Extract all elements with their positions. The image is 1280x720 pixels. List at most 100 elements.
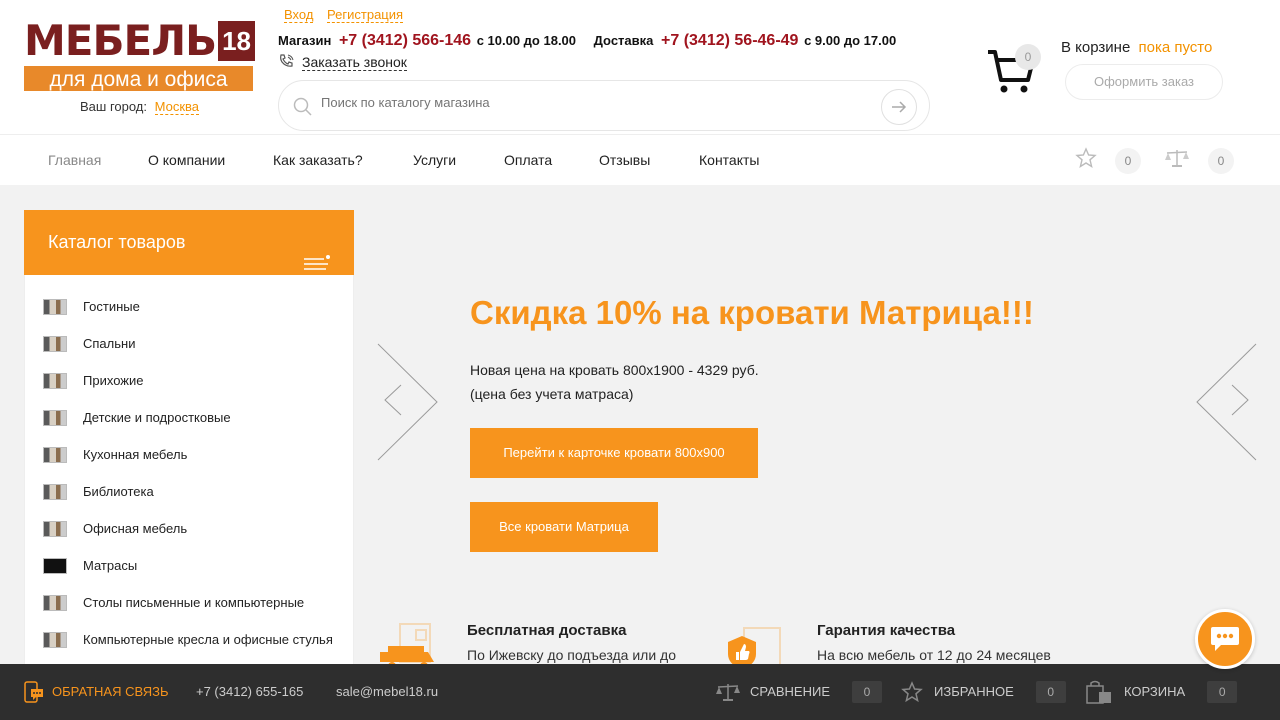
auth-links: Вход Регистрация xyxy=(284,7,413,23)
slide-line-1: Новая цена на кровать 800х1900 - 4329 ру… xyxy=(470,362,759,378)
catalog-item-label: Офисная мебель xyxy=(83,521,188,536)
catalog-item[interactable]: Матрасы xyxy=(43,547,137,584)
star-icon xyxy=(1075,147,1097,174)
catalog-item-label: Гостиные xyxy=(83,299,140,314)
catalog-item-label: Библиотека xyxy=(83,484,154,499)
site-logo[interactable]: МЕБЕЛЬ 18 для дома и офиса xyxy=(24,16,256,95)
chat-bubble-icon xyxy=(1211,627,1239,651)
slide-text: Новая цена на кровать 800х1900 - 4329 ру… xyxy=(470,358,759,406)
catalog-item-label: Спальни xyxy=(83,336,136,351)
catalog-item[interactable]: Спальни xyxy=(43,325,135,362)
slide-line-2: (цена без учета матраса) xyxy=(470,386,634,402)
catalog-item-label: Кухонная мебель xyxy=(83,447,188,462)
nav-how-to-order[interactable]: Как заказать? xyxy=(273,135,363,186)
bottom-favorites[interactable]: ИЗБРАННОЕ 0 xyxy=(900,664,1066,720)
category-thumbnail xyxy=(43,446,67,463)
search-submit-button[interactable] xyxy=(881,89,917,125)
slider-next-arrow[interactable] xyxy=(1196,342,1258,467)
catalog-item-label: Матрасы xyxy=(83,558,138,573)
catalog-item[interactable]: Библиотека xyxy=(43,473,154,510)
bottom-cart[interactable]: КОРЗИНА 0 xyxy=(1086,664,1238,720)
callback-link[interactable]: Заказать звонок xyxy=(278,53,407,72)
register-link[interactable]: Регистрация xyxy=(327,7,404,23)
feature-text: На всю мебель от 12 до 24 месяцев xyxy=(817,647,1051,663)
compare-count: 0 xyxy=(852,681,882,703)
checkout-button[interactable]: Оформить заказ xyxy=(1065,64,1223,100)
category-thumbnail xyxy=(43,372,67,389)
favorites-label: ИЗБРАННОЕ xyxy=(934,684,1014,699)
bed-card-button[interactable]: Перейти к карточке кровати 800х900 xyxy=(470,428,758,478)
search-bar xyxy=(278,80,930,131)
catalog-header[interactable]: Каталог товаров xyxy=(24,210,354,275)
scales-icon xyxy=(1164,147,1190,174)
catalog-item[interactable]: Столы письменные и компьютерные xyxy=(43,584,304,621)
all-beds-button[interactable]: Все кровати Матрица xyxy=(470,502,658,552)
chevron-left-icon xyxy=(377,343,438,461)
nav-contacts[interactable]: Контакты xyxy=(699,135,759,186)
shopping-bag-icon xyxy=(1086,680,1112,704)
feedback-label: ОБРАТНАЯ СВЯЗЬ xyxy=(52,684,169,699)
logo-word: МЕБЕЛЬ xyxy=(24,16,217,65)
favorites-count: 0 xyxy=(1115,147,1141,174)
catalog-item[interactable]: Компьютерные кресла и офисные стулья xyxy=(43,621,333,658)
category-thumbnail xyxy=(43,335,67,352)
delivery-phone[interactable]: +7 (3412) 56-46-49 xyxy=(661,32,798,49)
catalog-item-label: Столы письменные и компьютерные xyxy=(83,595,305,610)
bottom-bar: ОБРАТНАЯ СВЯЗЬ +7 (3412) 655-165 sale@me… xyxy=(0,664,1280,720)
search-input[interactable] xyxy=(321,95,861,110)
nav-compare[interactable]: 0 xyxy=(1164,147,1234,174)
chevron-right-icon xyxy=(1196,343,1257,461)
cart-label: В корзине xyxy=(1061,39,1131,56)
cart-label: КОРЗИНА xyxy=(1124,684,1186,699)
main-nav: Главная О компании Как заказать? Услуги … xyxy=(0,134,1280,185)
logo-number: 18 xyxy=(218,21,256,61)
cart-status: В корзине пока пусто xyxy=(1061,39,1212,56)
catalog-item-label: Детские и подростковые xyxy=(83,410,231,425)
logo-top: МЕБЕЛЬ 18 xyxy=(24,16,256,65)
arrow-right-icon xyxy=(892,101,907,113)
bottom-phone[interactable]: +7 (3412) 655-165 xyxy=(196,664,303,720)
slider-prev-arrow[interactable] xyxy=(377,342,439,467)
callback-label: Заказать звонок xyxy=(302,54,407,71)
bottom-email[interactable]: sale@mebel18.ru xyxy=(336,664,438,720)
feature-delivery: Бесплатная доставка По Ижевску до подъез… xyxy=(467,622,676,663)
phone-icon xyxy=(278,53,296,72)
catalog-item-label: Прихожие xyxy=(83,373,144,388)
compare-count: 0 xyxy=(1208,147,1234,174)
category-thumbnail xyxy=(43,483,67,500)
city-link[interactable]: Москва xyxy=(154,99,200,115)
shop-label: Магазин xyxy=(278,33,332,48)
category-thumbnail xyxy=(43,594,67,611)
city-selector: Ваш город: Москва xyxy=(80,99,200,115)
catalog-item[interactable]: Детские и подростковые xyxy=(43,399,231,436)
login-link[interactable]: Вход xyxy=(284,7,314,23)
site-header: МЕБЕЛЬ 18 для дома и офиса Ваш город: Мо… xyxy=(0,0,1280,134)
bottom-compare[interactable]: СРАВНЕНИЕ 0 xyxy=(716,664,882,720)
feature-title: Бесплатная доставка xyxy=(467,622,627,639)
chat-widget-button[interactable] xyxy=(1195,609,1255,669)
star-icon xyxy=(900,681,924,703)
catalog-item[interactable]: Прихожие xyxy=(43,362,143,399)
scales-icon xyxy=(716,682,740,702)
cart-state[interactable]: пока пусто xyxy=(1138,39,1212,56)
search-icon xyxy=(293,97,313,122)
nav-about[interactable]: О компании xyxy=(148,135,225,186)
nav-home[interactable]: Главная xyxy=(48,135,101,186)
cart-count-badge: 0 xyxy=(1015,44,1041,70)
feedback-link[interactable]: ОБРАТНАЯ СВЯЗЬ xyxy=(24,664,169,720)
delivery-label: Доставка xyxy=(593,33,654,48)
catalog-item[interactable]: Гостиные xyxy=(43,288,140,325)
nav-reviews[interactable]: Отзывы xyxy=(599,135,650,186)
catalog-item[interactable]: Офисная мебель xyxy=(43,510,187,547)
feature-title: Гарантия качества xyxy=(817,622,956,639)
feature-text: По Ижевску до подъезда или до xyxy=(467,647,677,663)
nav-favorites[interactable]: 0 xyxy=(1075,147,1141,174)
category-thumbnail xyxy=(43,520,67,537)
category-thumbnail xyxy=(43,298,67,315)
catalog-item[interactable]: Кухонная мебель xyxy=(43,436,187,473)
logo-subtitle: для дома и офиса xyxy=(24,64,253,91)
nav-services[interactable]: Услуги xyxy=(413,135,456,186)
shop-phone[interactable]: +7 (3412) 566-146 xyxy=(339,32,471,49)
contacts-line: Магазин +7 (3412) 566-146 с 10.00 до 18.… xyxy=(278,32,910,50)
nav-payment[interactable]: Оплата xyxy=(504,135,552,186)
